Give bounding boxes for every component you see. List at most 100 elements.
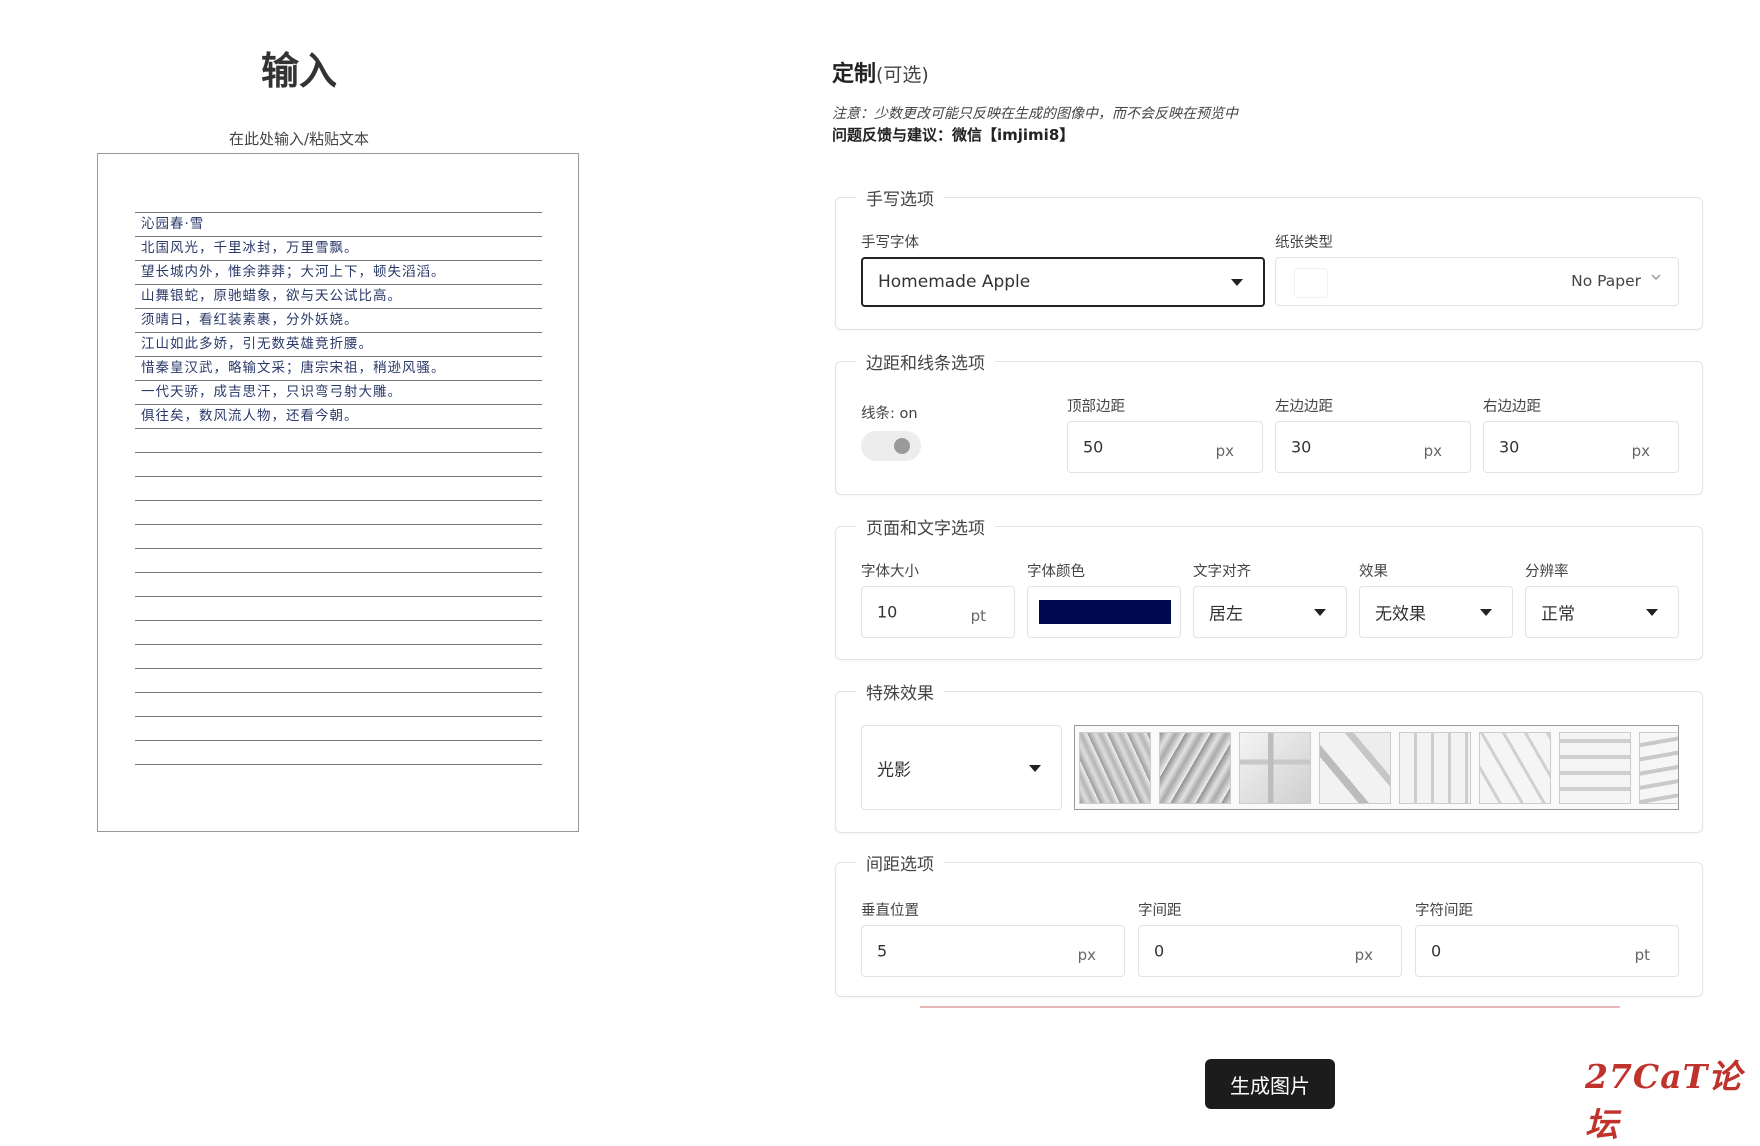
left-margin-label: 左边边距 — [1275, 399, 1333, 415]
font-size-value: 10 — [877, 602, 898, 622]
font-size-unit: pt — [970, 606, 986, 625]
font-size-input[interactable]: 10 pt — [861, 586, 1015, 638]
generate-image-button[interactable]: 生成图片 — [1205, 1059, 1335, 1109]
right-margin-value: 30 — [1499, 437, 1520, 457]
text-align-label: 文字对齐 — [1193, 564, 1251, 580]
paper-preview-swatch — [1294, 268, 1328, 298]
font-color-swatch — [1039, 600, 1171, 624]
poem-line: 望长城内外，惟余莽莽；大河上下，顿失滔滔。 — [141, 264, 446, 280]
poem-line: 山舞银蛇，原驰蜡象，欲与天公试比高。 — [141, 288, 402, 304]
poem-line: 俱往矣，数风流人物，还看今朝。 — [141, 408, 359, 424]
effect-thumbnail[interactable] — [1319, 732, 1391, 804]
top-margin-label: 顶部边距 — [1067, 399, 1125, 415]
handwriting-options: 手写选项 手写字体 Homemade Apple 纸张类型 No Paper — [835, 185, 1703, 330]
special-effects-legend: 特殊效果 — [856, 679, 944, 704]
poem-line: 惜秦皇汉武，略输文采；唐宗宋祖，稍逊风骚。 — [141, 360, 446, 376]
ruled-line — [135, 644, 542, 645]
page-text-options: 页面和文字选项 字体大小 10 pt 字体颜色 文字对齐 居左 效果 无效果 分… — [835, 514, 1703, 660]
ruled-line — [135, 668, 542, 669]
ruled-line — [135, 764, 542, 765]
ruled-line — [135, 572, 542, 573]
ruled-line — [135, 476, 542, 477]
effect-thumbnail[interactable] — [1239, 732, 1311, 804]
special-effects: 特殊效果 光影 — [835, 679, 1703, 833]
toggle-knob — [894, 438, 910, 454]
resolution-select[interactable]: 正常 — [1525, 586, 1679, 638]
effect-thumbnail[interactable] — [1399, 732, 1471, 804]
top-margin-value: 50 — [1083, 437, 1104, 457]
vertical-position-value: 5 — [877, 941, 888, 961]
left-margin-unit: px — [1423, 441, 1442, 460]
text-align-select[interactable]: 居左 — [1193, 586, 1347, 638]
font-size-label: 字体大小 — [861, 564, 919, 580]
top-margin-input[interactable]: 50 px — [1067, 421, 1263, 473]
ruled-line — [135, 620, 542, 621]
text-input-paper[interactable]: 沁园春·雪 北国风光，千里冰封，万里雪飘。 望长城内外，惟余莽莽；大河上下，顿失… — [97, 153, 579, 832]
ruled-line — [135, 548, 542, 549]
left-margin-input[interactable]: 30 px — [1275, 421, 1471, 473]
margin-line-options: 边距和线条选项 线条: on 顶部边距 50 px 左边边距 30 px 右边边… — [835, 349, 1703, 495]
ruled-line — [135, 596, 542, 597]
effect-thumbnail[interactable] — [1559, 732, 1631, 804]
input-hint: 在此处输入/粘贴文本 — [228, 130, 370, 148]
effect-value: 无效果 — [1375, 604, 1426, 625]
right-margin-input[interactable]: 30 px — [1483, 421, 1679, 473]
chevron-down-icon — [1480, 609, 1492, 616]
chevron-down-icon — [1029, 764, 1041, 772]
resolution-label: 分辨率 — [1525, 564, 1569, 580]
spacing-legend: 间距选项 — [856, 850, 944, 875]
effect-thumbnail[interactable] — [1079, 732, 1151, 804]
poem-line: 北国风光，千里冰封，万里雪飘。 — [141, 240, 359, 256]
optional-label: (可选) — [876, 64, 929, 86]
resolution-value: 正常 — [1541, 604, 1575, 625]
special-effect-select[interactable]: 光影 — [861, 725, 1062, 810]
poem-line: 江山如此多娇，引无数英雄竞折腰。 — [141, 336, 373, 352]
poem-line: 一代天骄，成吉思汗，只识弯弓射大雕。 — [141, 384, 402, 400]
font-color-picker[interactable] — [1027, 586, 1181, 638]
paper-type-label: 纸张类型 — [1275, 235, 1333, 251]
font-select[interactable]: Homemade Apple — [861, 257, 1265, 307]
vertical-position-unit: px — [1077, 945, 1096, 964]
ruled-line — [135, 524, 542, 525]
paper-type-select[interactable]: No Paper — [1275, 257, 1679, 306]
ruled-line — [135, 500, 542, 501]
text-align-value: 居左 — [1209, 604, 1243, 625]
margin-legend: 边距和线条选项 — [856, 349, 995, 374]
ruled-line — [135, 740, 542, 741]
top-margin-unit: px — [1215, 441, 1234, 460]
word-spacing-value: 0 — [1154, 941, 1165, 961]
ruled-line — [135, 452, 542, 453]
char-spacing-label: 字符间距 — [1415, 903, 1473, 919]
site-watermark: 27CaT论坛 — [1585, 1057, 1743, 1144]
ruled-line — [135, 428, 542, 429]
chevron-down-icon — [1231, 279, 1243, 286]
effect-thumbnail[interactable] — [1479, 732, 1551, 804]
char-spacing-input[interactable]: 0 pt — [1415, 925, 1679, 977]
input-title: 输入 — [260, 49, 337, 93]
poem-line: 沁园春·雪 — [141, 216, 205, 232]
font-label: 手写字体 — [861, 235, 919, 251]
lines-toggle[interactable] — [861, 431, 921, 461]
word-spacing-input[interactable]: 0 px — [1138, 925, 1402, 977]
lines-toggle-label: 线条: on — [861, 406, 918, 422]
effect-thumbnail[interactable] — [1639, 732, 1678, 804]
right-margin-unit: px — [1631, 441, 1650, 460]
right-margin-label: 右边边距 — [1483, 399, 1541, 415]
chevron-down-icon — [1314, 609, 1326, 616]
font-color-label: 字体颜色 — [1027, 564, 1085, 580]
customize-title: 定制(可选) — [832, 56, 929, 88]
effect-thumbnail-strip[interactable] — [1074, 725, 1679, 810]
effect-select[interactable]: 无效果 — [1359, 586, 1513, 638]
effect-thumbnail[interactable] — [1159, 732, 1231, 804]
divider — [920, 1006, 1620, 1008]
ruled-line — [135, 716, 542, 717]
poem-line: 须晴日，看红装素裹，分外妖娆。 — [141, 312, 359, 328]
vertical-position-input[interactable]: 5 px — [861, 925, 1125, 977]
char-spacing-value: 0 — [1431, 941, 1442, 961]
paper-type-value: No Paper — [1571, 272, 1641, 290]
left-margin-value: 30 — [1291, 437, 1312, 457]
feedback-text: 问题反馈与建议：微信【imjimi8】 — [832, 126, 1075, 144]
preview-note: 注意：少数更改可能只反映在生成的图像中，而不会反映在预览中 — [832, 106, 1238, 122]
font-select-value: Homemade Apple — [878, 272, 1031, 292]
char-spacing-unit: pt — [1634, 945, 1650, 964]
